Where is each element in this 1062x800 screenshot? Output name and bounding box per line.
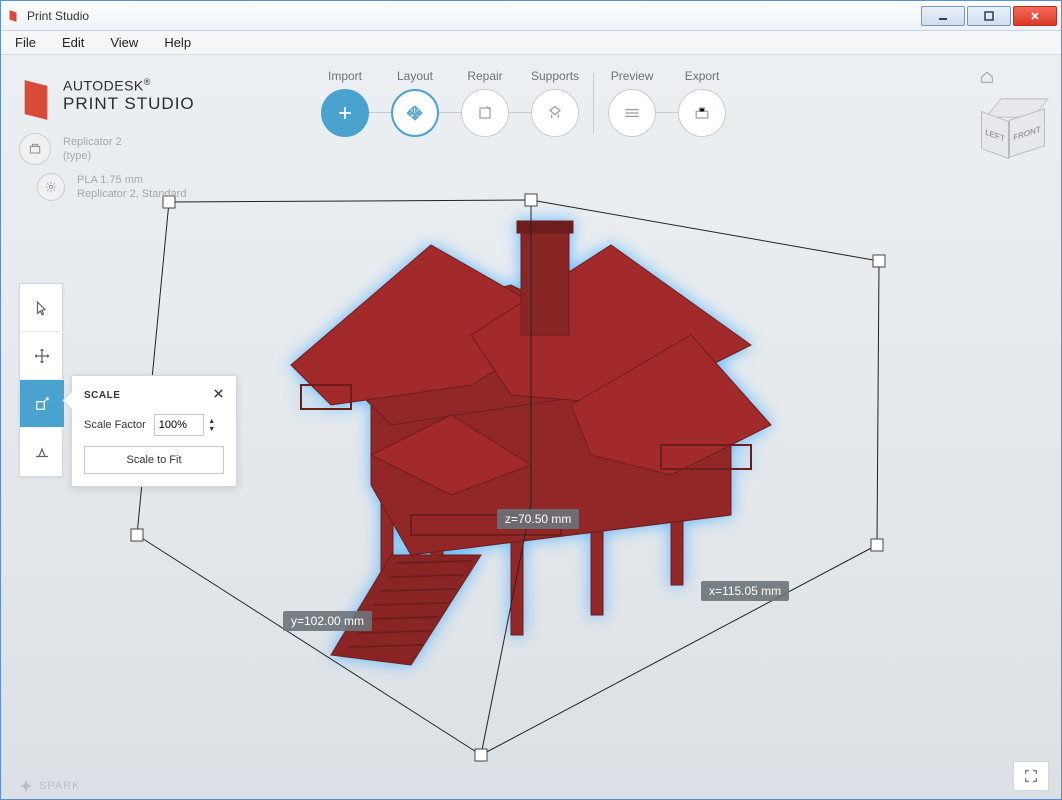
step-label-repair: Repair (467, 69, 502, 83)
menu-edit[interactable]: Edit (58, 33, 88, 52)
printer-row: Replicator 2 (type) (19, 133, 122, 165)
step-label-import: Import (328, 69, 362, 83)
spark-icon (19, 779, 33, 793)
printer-select-button[interactable] (19, 133, 51, 165)
close-button[interactable] (1013, 6, 1057, 26)
scale-factor-input[interactable] (154, 414, 204, 436)
brand-reg: ® (144, 77, 151, 87)
autodesk-logo-icon (19, 77, 53, 128)
model-house[interactable] (231, 185, 791, 685)
menu-help[interactable]: Help (160, 33, 195, 52)
step-label-layout: Layout (397, 69, 433, 83)
dimension-x: x=115.05 mm (701, 581, 789, 601)
step-layout[interactable] (391, 89, 439, 137)
step-label-supports: Supports (531, 69, 579, 83)
dimension-z: z=70.50 mm (497, 509, 579, 529)
app-icon (5, 8, 21, 24)
menu-file[interactable]: File (11, 33, 40, 52)
material-profile: Replicator 2, Standard (77, 187, 186, 201)
brand-line-2: PRINT STUDIO (63, 94, 195, 114)
fullscreen-button[interactable] (1013, 761, 1049, 791)
brand-block: AUTODESK® PRINT STUDIO (19, 77, 195, 128)
dimension-y: y=102.00 mm (283, 611, 372, 631)
left-toolbar (19, 283, 63, 477)
viewcube-left[interactable]: LEFT (981, 111, 1009, 159)
tool-select[interactable] (20, 284, 64, 332)
scale-up-icon[interactable]: ▲ (207, 417, 217, 425)
close-icon[interactable] (213, 386, 224, 404)
step-label-preview: Preview (611, 69, 654, 83)
step-import[interactable] (321, 89, 369, 137)
home-icon[interactable] (979, 69, 995, 85)
material-row: PLA 1.75 mm Replicator 2, Standard (37, 173, 186, 202)
material-settings-button[interactable] (37, 173, 65, 201)
tool-plane[interactable] (20, 428, 64, 476)
menubar: File Edit View Help (1, 31, 1061, 55)
window-title: Print Studio (27, 9, 89, 23)
printer-type: (type) (63, 149, 122, 163)
scale-factor-label: Scale Factor (84, 419, 146, 431)
viewcube[interactable]: LEFT FRONT (979, 69, 1049, 165)
step-preview[interactable] (608, 89, 656, 137)
spark-label: SPARK (39, 780, 80, 792)
step-label-export: Export (685, 69, 720, 83)
scale-to-fit-button[interactable]: Scale to Fit (84, 446, 224, 474)
scale-popover-title: SCALE (84, 390, 120, 401)
minimize-button[interactable] (921, 6, 965, 26)
maximize-button[interactable] (967, 6, 1011, 26)
step-repair[interactable] (461, 89, 509, 137)
brand-line-1: AUTODESK (63, 78, 144, 94)
printer-name: Replicator 2 (63, 135, 122, 149)
titlebar: Print Studio (1, 1, 1061, 31)
scale-popover: SCALE Scale Factor ▲ ▼ Scale to Fit (71, 375, 237, 487)
workflow-steps: Import Layout Repair Supports (321, 69, 726, 137)
scale-down-icon[interactable]: ▼ (207, 425, 217, 433)
step-export[interactable] (678, 89, 726, 137)
material-spec: PLA 1.75 mm (77, 173, 186, 187)
tool-scale[interactable] (20, 380, 64, 428)
step-supports[interactable] (531, 89, 579, 137)
tool-move[interactable] (20, 332, 64, 380)
spark-badge: SPARK (19, 779, 80, 793)
main-viewport[interactable]: x=115.05 mm y=102.00 mm z=70.50 mm AUTOD… (1, 55, 1061, 799)
menu-view[interactable]: View (106, 33, 142, 52)
